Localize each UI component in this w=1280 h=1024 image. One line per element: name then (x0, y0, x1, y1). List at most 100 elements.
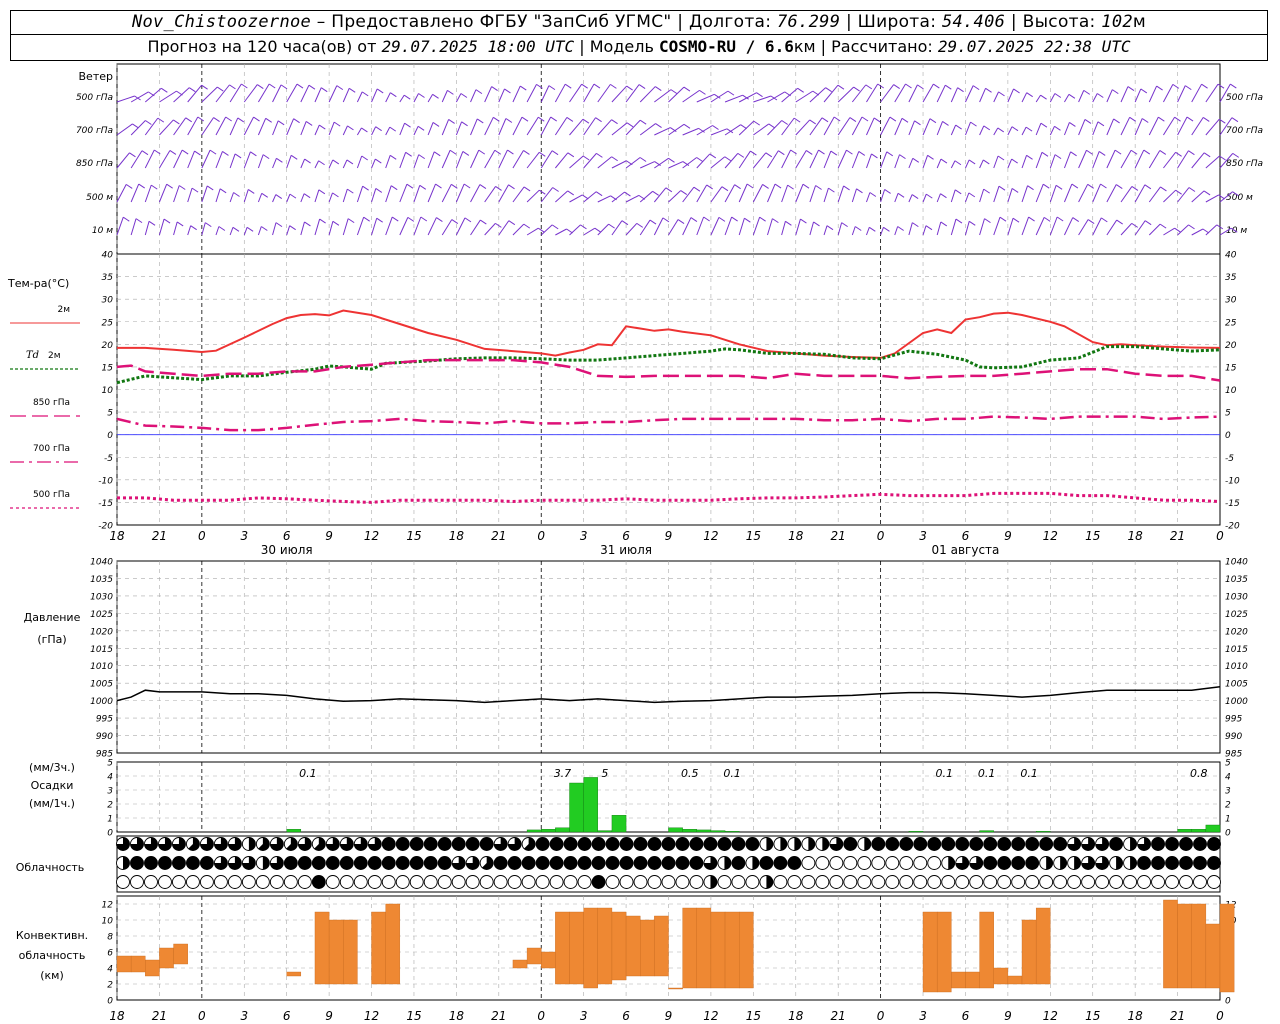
cloud-circle (1151, 856, 1166, 870)
wind-barb (144, 149, 155, 169)
wind-barb (455, 121, 463, 136)
wind-barb-flag (508, 220, 516, 226)
hour-label-bottom: 21 (152, 1009, 167, 1023)
cloud-circle (647, 875, 662, 889)
wind-barb (823, 150, 832, 169)
wind-barb-flag (778, 150, 785, 156)
wind-barb-flag (670, 127, 677, 132)
wind-barb-flag (809, 119, 816, 125)
precip-title: Осадки (31, 779, 74, 792)
wind-barb (795, 90, 814, 103)
cloud-circle (927, 856, 942, 870)
wind-barb (526, 227, 539, 236)
wind-barb (1205, 83, 1219, 103)
wind-barb (894, 154, 900, 169)
cloud-circle (479, 875, 494, 889)
conv-bar (328, 919, 344, 985)
wind-barb-flag (376, 217, 383, 223)
wind-barb-flag (929, 118, 937, 124)
cloud-circle (759, 856, 774, 870)
wind-barb-flag (762, 183, 769, 189)
wind-barb-flag (873, 117, 881, 123)
wind-barb-flag (856, 188, 863, 194)
hour-label-bottom: 18 (1128, 1009, 1144, 1023)
cloud-circle (353, 856, 368, 870)
cloud-circle (1025, 875, 1040, 889)
wind-barb-flag (436, 217, 443, 223)
wind-barb-flag (785, 220, 792, 226)
cloud-circle (1165, 875, 1179, 889)
wind-barb (1049, 126, 1055, 136)
wind-barb-flag (138, 183, 146, 189)
wind-barb (950, 124, 957, 136)
conv-bar (173, 943, 188, 965)
cloud-fill (808, 837, 815, 851)
wind-barb (1148, 85, 1158, 103)
cloud-circle (507, 856, 522, 870)
wind-barb-flag (1027, 185, 1034, 191)
wind-barb (215, 151, 223, 169)
hour-label-bottom: 9 (1004, 1009, 1012, 1023)
temp-grid-tick-label-left: 35 (102, 273, 114, 283)
wind-barb-flag (418, 93, 425, 98)
wind-barb-flag (984, 218, 991, 224)
wind-barb (668, 123, 685, 136)
cloud-circle (577, 837, 592, 851)
wind-barb (823, 225, 828, 236)
wind-barb (554, 117, 568, 136)
wind-barb-flag (912, 222, 919, 228)
cloud-circle (899, 875, 914, 889)
wind-barb-flag (1101, 217, 1108, 223)
legend-label: 850 гПа (33, 398, 70, 408)
wind-barb-flag (462, 150, 470, 156)
cloud-fill (724, 856, 731, 870)
wind-barb (1134, 220, 1146, 236)
wind-barb (950, 160, 956, 169)
cloud-circle (1151, 837, 1166, 851)
wind-barb (356, 91, 363, 103)
wind-barb-flag (1026, 154, 1033, 160)
conv-bar (1163, 899, 1178, 989)
precip-3h-label: 5 (601, 767, 608, 780)
cloud-circle (675, 856, 690, 870)
wind-barb (1007, 126, 1013, 136)
wind-barb (597, 119, 612, 136)
wind-barb (781, 87, 799, 103)
wind-barb-flag (933, 83, 940, 89)
wind-barb-flag (129, 152, 136, 158)
wind-barb-flag (1143, 149, 1151, 155)
wind-barb (512, 150, 524, 169)
cloud-circle (479, 837, 494, 851)
wind-barb (1092, 93, 1098, 103)
hour-label-top: 21 (491, 529, 506, 543)
wind-level-label-left: 500 м (86, 193, 113, 203)
wind-barb (484, 186, 496, 203)
cloud-circle (381, 837, 396, 851)
wind-barb (427, 217, 437, 236)
wind-barb-flag (912, 157, 920, 163)
cloud-circle (801, 856, 816, 870)
wind-barb-flag (319, 124, 326, 130)
wind-barb-flag (1184, 85, 1192, 91)
wind-barb-flag (1144, 184, 1152, 190)
wind-barb-flag (404, 122, 411, 128)
hour-label-top: 18 (109, 529, 125, 543)
wind-barb-flag (768, 123, 776, 129)
cloud-circle (1011, 856, 1026, 870)
cloud-circle (997, 875, 1012, 889)
wind-barb (1134, 184, 1146, 203)
wind-barb (1092, 151, 1100, 169)
wind-barb-flag (893, 84, 900, 90)
wind-barb (385, 216, 393, 236)
wind-barb-flag (417, 125, 425, 131)
wind-barb-flag (1115, 184, 1123, 189)
day-label: 31 июля (600, 543, 652, 557)
wind-barb (484, 117, 494, 136)
hour-label-top: 21 (1170, 529, 1185, 543)
wind-barb-flag (1028, 216, 1035, 222)
wind-barb-flag (319, 218, 326, 224)
wind-barb (1021, 216, 1030, 236)
wind-barb-flag (229, 84, 236, 90)
wind-barb (908, 158, 914, 169)
hour-label-bottom: 6 (622, 1009, 630, 1023)
